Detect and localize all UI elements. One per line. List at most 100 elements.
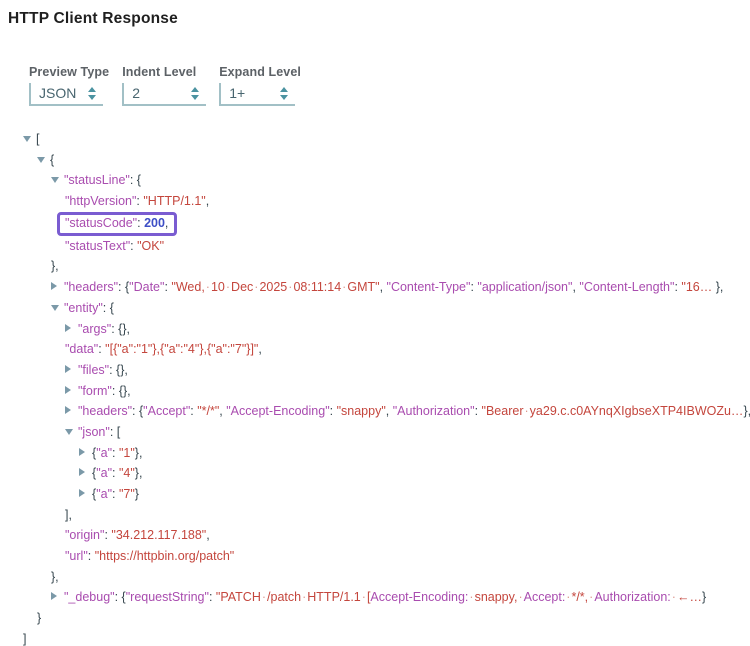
- json-row: "statusLine": {: [0, 170, 750, 191]
- json-token: "requestString": [126, 590, 209, 604]
- json-token: :: [475, 404, 482, 418]
- json-token: :: [112, 446, 119, 460]
- json-token: ya29.c.c0AYnqXIgbseXTP4IBWOZu…: [530, 404, 744, 418]
- page-title: HTTP Client Response: [0, 0, 750, 28]
- json-token: "*/*": [197, 404, 219, 418]
- collapse-triangle-icon[interactable]: [51, 169, 64, 190]
- json-row: "origin": "34.212.117.188",: [0, 525, 750, 546]
- expand-triangle-icon[interactable]: [79, 483, 92, 504]
- preview-type-label: Preview Type: [29, 65, 109, 79]
- status-code-highlight: "statusCode": 200,: [57, 212, 177, 236]
- json-token: "headers": [78, 404, 132, 418]
- json-token: "url": [65, 549, 88, 563]
- json-token: :: [112, 466, 119, 480]
- json-row: "files": {},: [0, 360, 750, 381]
- json-token: ←…: [677, 590, 702, 604]
- json-token: "headers": [64, 280, 118, 294]
- expand-triangle-icon[interactable]: [79, 442, 92, 463]
- expand-level-value: 1+: [229, 85, 245, 101]
- json-token: "application/json": [477, 280, 572, 294]
- json-token: /patch: [267, 590, 301, 604]
- json-token: ],: [65, 508, 72, 522]
- json-token: 08:11:14: [293, 280, 341, 294]
- collapse-triangle-icon[interactable]: [23, 128, 36, 149]
- indent-level-label: Indent Level: [122, 65, 206, 79]
- json-token: "HTTP/1.1": [143, 194, 205, 208]
- preview-type-value: JSON: [39, 85, 76, 101]
- spinner-arrows-icon[interactable]: [280, 87, 288, 100]
- json-token: "Bearer: [482, 404, 524, 418]
- json-token: }: [135, 487, 139, 501]
- json-row: "url": "https://httpbin.org/patch": [0, 546, 750, 567]
- json-token: :: [330, 404, 337, 418]
- expand-triangle-icon[interactable]: [51, 276, 64, 297]
- json-token: "a": [96, 466, 112, 480]
- json-token: GMT": [347, 280, 379, 294]
- json-token: "34.212.117.188": [111, 528, 206, 542]
- json-token: },: [712, 280, 723, 294]
- json-row: "form": {},: [0, 381, 750, 402]
- json-token: }: [37, 611, 41, 625]
- controls-bar: Preview Type JSON Indent Level 2 Expand …: [29, 65, 750, 106]
- preview-type-select[interactable]: JSON: [29, 83, 103, 106]
- json-token: : {},: [111, 322, 130, 336]
- json-row: },: [0, 567, 750, 588]
- json-row: "httpVersion": "HTTP/1.1",: [0, 191, 750, 212]
- expand-level-control: Expand Level 1+: [219, 65, 301, 106]
- json-token: "a": [96, 487, 112, 501]
- json-token: },: [135, 466, 143, 480]
- json-row: ],: [0, 505, 750, 526]
- http-client-response-panel: HTTP Client Response Preview Type JSON I…: [0, 0, 750, 646]
- collapse-triangle-icon[interactable]: [51, 297, 64, 318]
- indent-level-value: 2: [132, 85, 140, 101]
- collapse-triangle-icon[interactable]: [65, 421, 78, 442]
- json-row: "headers": {"Date": "Wed,·10·Dec·2025·08…: [0, 277, 750, 298]
- json-token: Accept-Encoding:: [370, 590, 468, 604]
- json-token: },: [743, 404, 750, 418]
- json-token: "args": [78, 322, 111, 336]
- expand-triangle-icon[interactable]: [65, 400, 78, 421]
- expand-triangle-icon[interactable]: [65, 359, 78, 380]
- indent-level-control: Indent Level 2: [122, 65, 206, 106]
- json-token: "snappy": [337, 404, 386, 418]
- json-row: }: [0, 608, 750, 629]
- json-token: HTTP/1.1: [307, 590, 361, 604]
- json-token: "statusText": [65, 239, 130, 253]
- expand-triangle-icon[interactable]: [65, 318, 78, 339]
- expand-triangle-icon[interactable]: [51, 586, 64, 607]
- json-token: [: [36, 132, 39, 146]
- json-token: },: [51, 259, 59, 273]
- json-token: "form": [78, 384, 112, 398]
- json-token: "[{"a":"1"},{"a":"4"},{"a":"7"}]": [105, 342, 258, 356]
- json-token: : {: [115, 590, 126, 604]
- json-row: "entity": {: [0, 298, 750, 319]
- json-row: "args": {},: [0, 319, 750, 340]
- json-token: "16…: [681, 280, 712, 294]
- json-token: ,: [165, 216, 168, 230]
- json-token: "data": [65, 342, 98, 356]
- spinner-arrows-icon[interactable]: [191, 87, 199, 100]
- spinner-arrows-icon[interactable]: [88, 87, 96, 100]
- expand-level-select[interactable]: 1+: [219, 83, 295, 106]
- json-token: ,: [380, 280, 387, 294]
- json-token: :: [209, 590, 216, 604]
- json-token: : {},: [109, 363, 128, 377]
- json-token: "origin": [65, 528, 104, 542]
- json-token: ]: [23, 632, 26, 646]
- preview-type-control: Preview Type JSON: [29, 65, 109, 106]
- json-row: "_debug": {"requestString": "PATCH·/patc…: [0, 587, 750, 608]
- json-row: "statusText": "OK": [0, 236, 750, 257]
- expand-triangle-icon[interactable]: [79, 462, 92, 483]
- indent-level-select[interactable]: 2: [122, 83, 206, 106]
- json-token: },: [135, 446, 143, 460]
- json-token: "PATCH: [216, 590, 261, 604]
- json-token: "Accept-Encoding": [226, 404, 329, 418]
- json-token: "Date": [129, 280, 164, 294]
- expand-triangle-icon[interactable]: [65, 380, 78, 401]
- collapse-triangle-icon[interactable]: [37, 149, 50, 170]
- json-row: [: [0, 129, 750, 150]
- json-token: :: [112, 487, 119, 501]
- json-token: "Content-Type": [387, 280, 471, 294]
- json-token: "Content-Length": [579, 280, 674, 294]
- json-token: "1": [119, 446, 135, 460]
